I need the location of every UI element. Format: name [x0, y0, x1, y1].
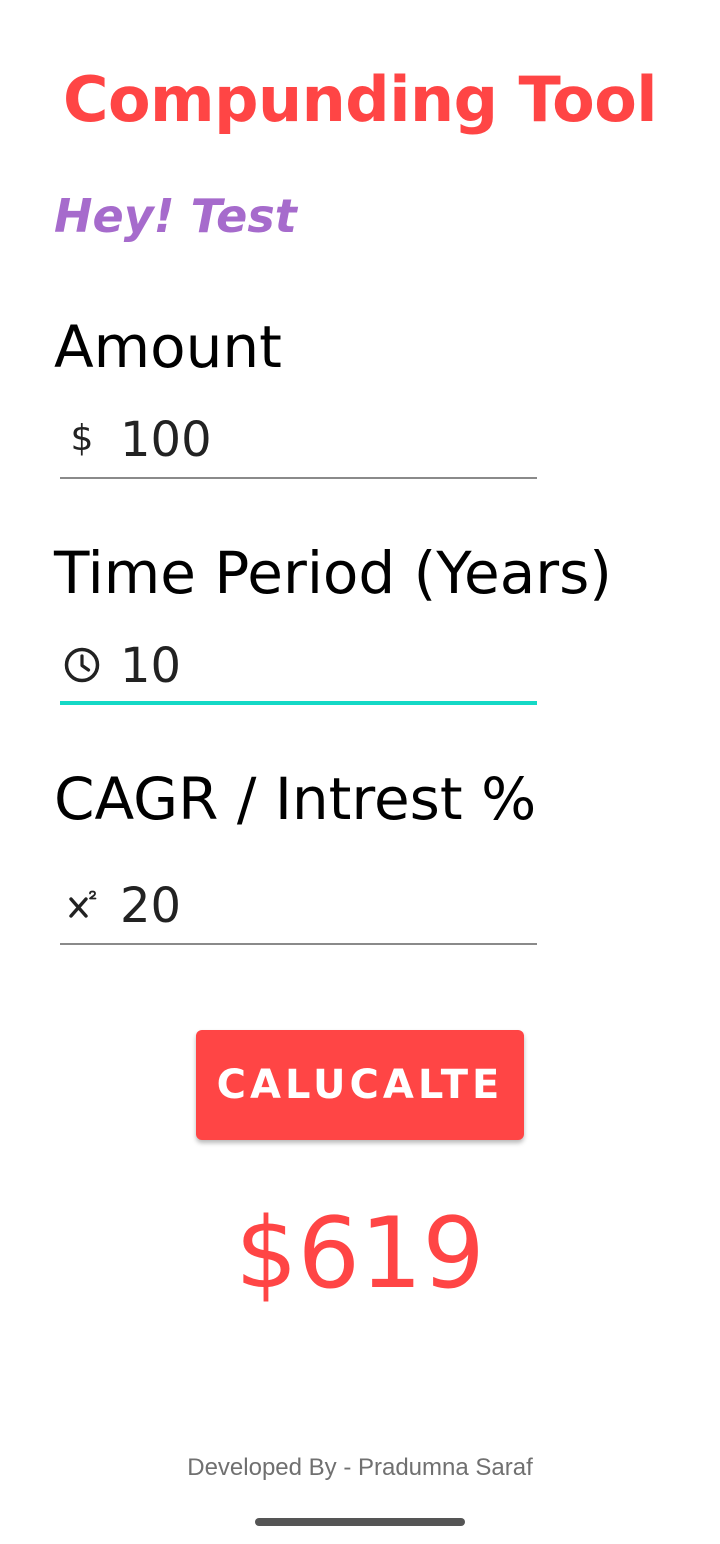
cagr-input[interactable]	[120, 875, 520, 937]
dollar-icon: $	[62, 419, 102, 459]
greeting-text: Hey! Test	[54, 189, 297, 243]
dollar-icon-glyph: $	[70, 418, 94, 459]
clock-icon	[62, 645, 102, 685]
superscript-icon	[62, 885, 102, 925]
time-period-label: Time Period (Years)	[54, 539, 612, 607]
calculate-button[interactable]: CALUCALTE	[196, 1030, 524, 1140]
app-title: Compunding Tool	[62, 63, 658, 136]
time-period-input[interactable]	[120, 635, 520, 697]
result-value: $619	[235, 1197, 485, 1311]
amount-input[interactable]	[120, 409, 520, 471]
cagr-label: CAGR / Intrest %	[54, 765, 537, 833]
amount-label: Amount	[54, 313, 282, 381]
amount-field[interactable]: $	[60, 409, 537, 479]
home-indicator[interactable]	[255, 1518, 465, 1526]
cagr-field[interactable]	[60, 875, 537, 945]
time-period-field[interactable]	[60, 635, 537, 705]
developer-credit: Developed By - Pradumna Saraf	[187, 1454, 533, 1481]
